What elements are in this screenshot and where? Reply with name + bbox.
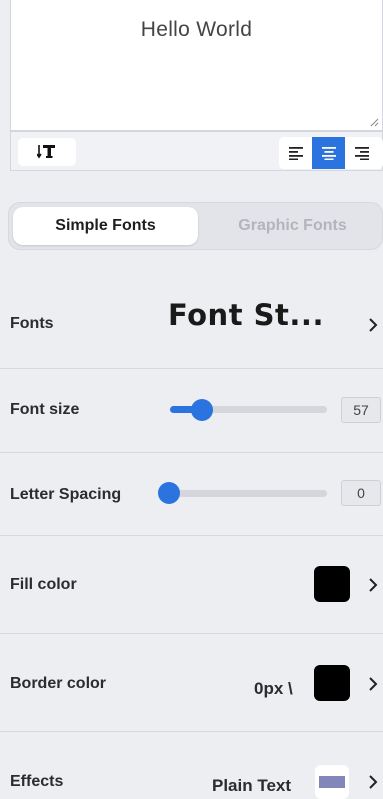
text-input-area[interactable]: Hello World xyxy=(10,0,383,131)
font-type-tabs: Simple Fonts Graphic Fonts xyxy=(8,202,383,250)
letter-spacing-input[interactable]: 0 xyxy=(341,480,381,506)
border-color-row[interactable]: Border color 0px \ xyxy=(0,634,383,732)
chevron-right-icon[interactable] xyxy=(367,774,379,790)
letter-spacing-label: Letter Spacing xyxy=(10,486,122,503)
align-left-icon xyxy=(288,147,303,160)
letter-spacing-slider-thumb[interactable] xyxy=(158,482,180,504)
border-width-value: 0px \ xyxy=(254,679,293,698)
border-color-swatch[interactable] xyxy=(314,665,350,701)
effects-swatch[interactable] xyxy=(315,765,349,799)
chevron-right-icon[interactable] xyxy=(367,317,379,333)
tab-simple-fonts[interactable]: Simple Fonts xyxy=(13,207,198,245)
font-size-input[interactable]: 57 xyxy=(341,397,381,423)
align-center-button[interactable] xyxy=(312,137,345,169)
resize-handle-icon[interactable] xyxy=(370,118,379,127)
chevron-right-icon[interactable] xyxy=(367,577,379,593)
fill-color-swatch[interactable] xyxy=(314,566,350,602)
effects-label: Effects xyxy=(10,773,64,790)
font-preview[interactable]: Font St... xyxy=(168,298,324,332)
text-content[interactable]: Hello World xyxy=(11,18,382,42)
effects-swatch-fill xyxy=(319,776,345,788)
align-right-icon xyxy=(354,147,369,160)
letter-spacing-slider-track[interactable] xyxy=(170,490,327,497)
text-align-group xyxy=(279,137,383,169)
font-size-label: Font size xyxy=(10,401,80,418)
align-center-icon xyxy=(321,147,336,160)
align-left-button[interactable] xyxy=(279,137,312,169)
text-toolbar xyxy=(10,131,383,171)
text-transform-button[interactable] xyxy=(18,138,76,166)
effects-value: Plain Text xyxy=(212,776,292,795)
fill-color-label: Fill color xyxy=(10,576,77,593)
fill-color-row[interactable]: Fill color xyxy=(0,536,383,634)
fonts-label: Fonts xyxy=(10,315,54,332)
letter-spacing-row: Letter Spacing 0 xyxy=(0,453,383,536)
font-size-row: Font size 57 xyxy=(0,369,383,453)
align-right-button[interactable] xyxy=(345,137,378,169)
chevron-right-icon[interactable] xyxy=(367,676,379,692)
text-transform-icon xyxy=(37,145,55,159)
tab-graphic-fonts[interactable]: Graphic Fonts xyxy=(200,207,383,245)
effects-row[interactable]: Effects Plain Text xyxy=(0,732,383,799)
font-size-slider-thumb[interactable] xyxy=(191,399,213,421)
border-color-label: Border color xyxy=(10,675,107,692)
